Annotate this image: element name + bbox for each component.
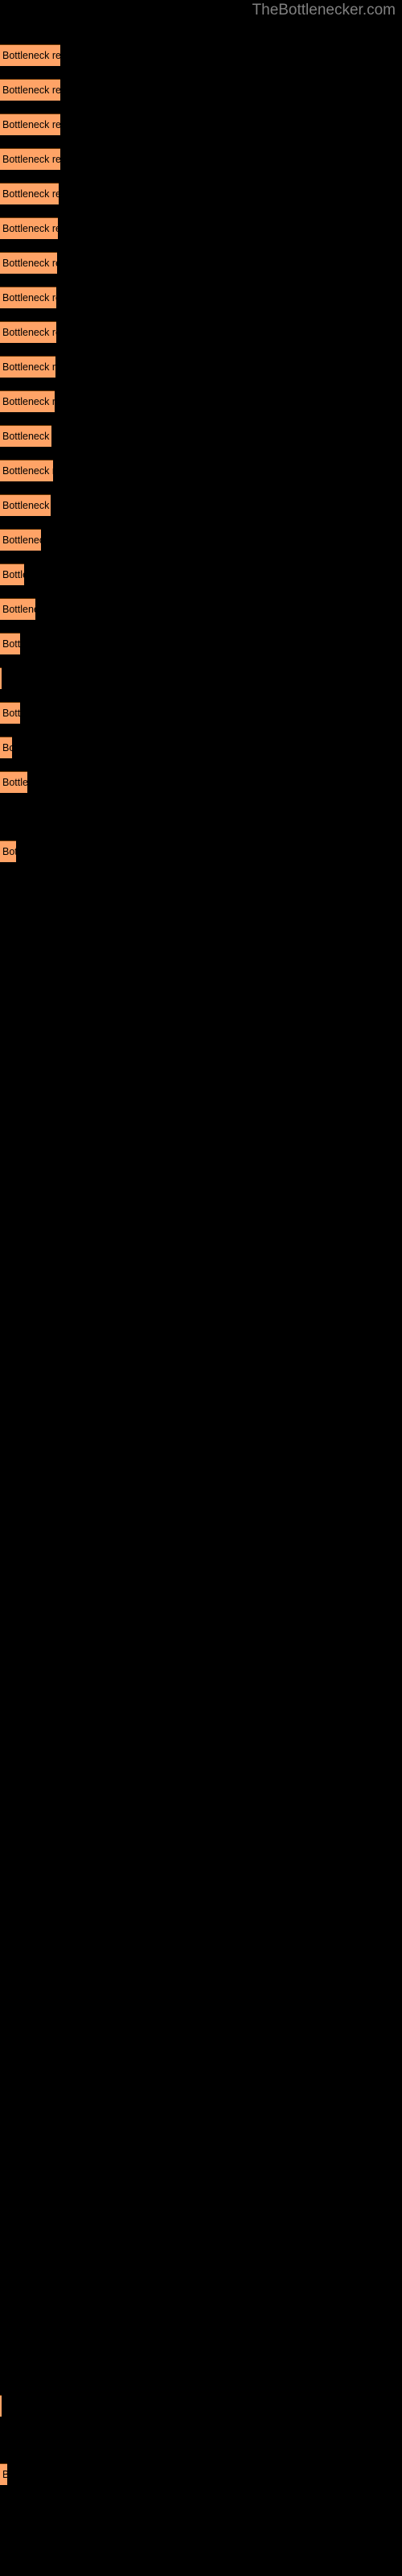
bar-row: Bottleneck result <box>0 667 2 689</box>
bar-label: Bottleneck result <box>2 742 12 753</box>
bar-label: Bottleneck result <box>2 188 59 200</box>
bar-row: Bottleneck result <box>0 321 56 343</box>
bar-row: Bottleneck result <box>0 44 60 66</box>
bar: Bottleneck result <box>0 771 27 793</box>
bar: Bottleneck result <box>0 494 51 516</box>
bar: Bottleneck result <box>0 356 55 378</box>
bar: Bottleneck result <box>0 114 60 135</box>
bar: Bottleneck result <box>0 598 35 620</box>
bar: Bottleneck result <box>0 840 16 862</box>
bar-row: Bottleneck result <box>0 840 16 862</box>
bar: Bottleneck result <box>0 2395 2 2417</box>
bar: Bottleneck result <box>0 2463 7 2485</box>
bar: Bottleneck result <box>0 667 2 689</box>
bar: Bottleneck result <box>0 148 60 170</box>
bar-row: Bottleneck result <box>0 771 27 793</box>
bar-row: Bottleneck result <box>0 425 51 447</box>
bar-row: Bottleneck result <box>0 390 55 412</box>
bar: Bottleneck result <box>0 287 56 308</box>
bar-label: Bottleneck result <box>2 119 60 130</box>
bar-row: Bottleneck result <box>0 114 60 135</box>
bar-row: Bottleneck result <box>0 2395 2 2417</box>
bar-row: Bottleneck result <box>0 252 57 274</box>
bar-label: Bottleneck result <box>2 638 20 650</box>
bar-label: Bottleneck result <box>2 708 20 719</box>
bar-label: Bottleneck result <box>2 535 41 546</box>
bar-label: Bottleneck result <box>2 258 57 269</box>
bar-row: Bottleneck result <box>0 737 12 758</box>
bar-label: Bottleneck result <box>2 604 35 615</box>
bar-row: Bottleneck result <box>0 148 60 170</box>
bar-row: Bottleneck result <box>0 287 56 308</box>
bar: Bottleneck result <box>0 529 41 551</box>
bar-label: Bottleneck result <box>2 777 27 788</box>
bar-row: Bottleneck result <box>0 529 41 551</box>
bar: Bottleneck result <box>0 44 60 66</box>
bar-label: Bottleneck result <box>2 361 55 373</box>
bar: Bottleneck result <box>0 460 53 481</box>
bar: Bottleneck result <box>0 252 57 274</box>
bar-label: Bottleneck result <box>2 223 58 234</box>
bar-label: Bottleneck result <box>2 154 60 165</box>
bar: Bottleneck result <box>0 321 56 343</box>
bar-label: Bottleneck result <box>2 292 56 303</box>
bar-row: Bottleneck result <box>0 702 20 724</box>
bar-label: Bottleneck result <box>2 2467 7 2482</box>
bar-row: Bottleneck result <box>0 79 60 101</box>
bar-row: Bottleneck result <box>0 356 55 378</box>
bar-label: Bottleneck result <box>2 500 51 511</box>
bottleneck-chart-page: TheBottlenecker.com Bottleneck result Bot… <box>0 0 402 2576</box>
bar-row: Bottleneck result <box>0 598 35 620</box>
bar-label: Bottleneck result <box>2 431 51 442</box>
bar: Bottleneck result <box>0 425 51 447</box>
page-title: TheBottlenecker.com <box>252 2 396 19</box>
bar-label: Bottleneck result <box>2 465 53 477</box>
bar-label: Bottleneck result <box>2 846 16 857</box>
bar-row: Bottleneck result <box>0 2463 7 2485</box>
bar-row: Bottleneck result <box>0 494 51 516</box>
bar: Bottleneck result <box>0 564 24 585</box>
bar: Bottleneck result <box>0 79 60 101</box>
bar-label: Bottleneck result <box>2 85 60 96</box>
bar-row: Bottleneck result <box>0 564 24 585</box>
bar: Bottleneck result <box>0 183 59 204</box>
bar-label: Bottleneck result <box>2 327 56 338</box>
bar: Bottleneck result <box>0 217 58 239</box>
bar-row: Bottleneck result <box>0 183 59 204</box>
bar-label: Bottleneck result <box>2 396 55 407</box>
bar-row: Bottleneck result <box>0 460 53 481</box>
bar-label: Bottleneck result <box>2 50 60 61</box>
bar-row: Bottleneck result <box>0 633 20 654</box>
bar-row: Bottleneck result <box>0 217 58 239</box>
bar: Bottleneck result <box>0 702 20 724</box>
bar: Bottleneck result <box>0 390 55 412</box>
bar-label: Bottleneck result <box>2 569 24 580</box>
bar: Bottleneck result <box>0 633 20 654</box>
bar: Bottleneck result <box>0 737 12 758</box>
